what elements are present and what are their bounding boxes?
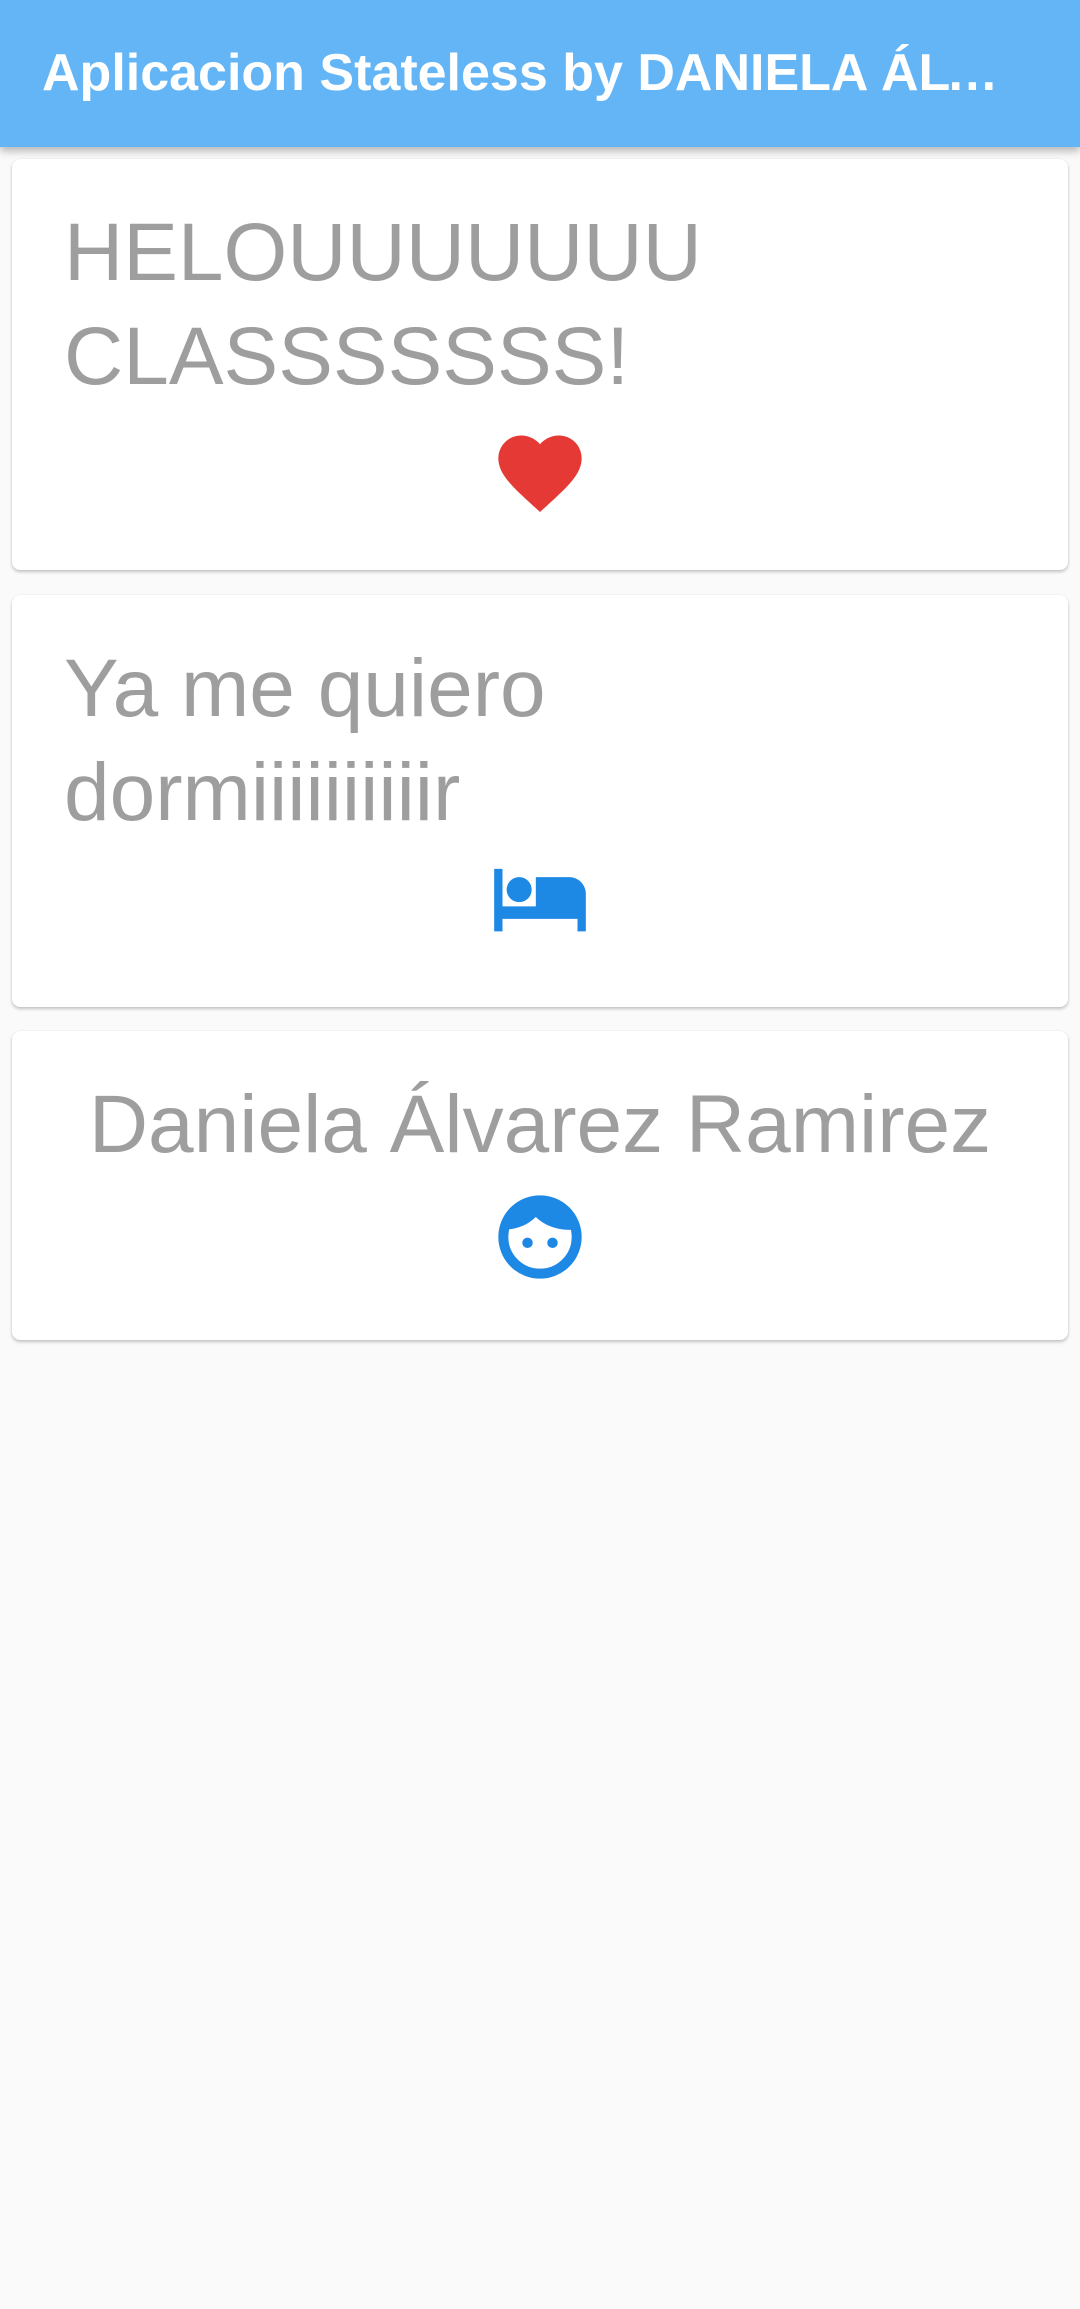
card-sleep-text: Ya me quiero dormiiiiiiiiiir xyxy=(64,643,546,838)
card-sleep: Ya me quiero dormiiiiiiiiiir xyxy=(12,595,1068,1007)
app-title: Aplicacion Stateless by DANIELA ÁLVAREZ … xyxy=(42,44,1022,102)
heart-icon xyxy=(498,435,582,512)
face-icon xyxy=(498,1195,582,1279)
card-hello: HELOUUUUUUU CLASSSSSSS! xyxy=(12,159,1068,570)
card-name: Daniela Álvarez Ramirez xyxy=(12,1031,1068,1340)
bed-icon xyxy=(494,868,586,932)
card-name-text: Daniela Álvarez Ramirez xyxy=(88,1079,992,1170)
app-bar: Aplicacion Stateless by DANIELA ÁLVAREZ … xyxy=(0,0,1080,147)
card-hello-text: HELOUUUUUUU CLASSSSSSS! xyxy=(64,207,702,402)
